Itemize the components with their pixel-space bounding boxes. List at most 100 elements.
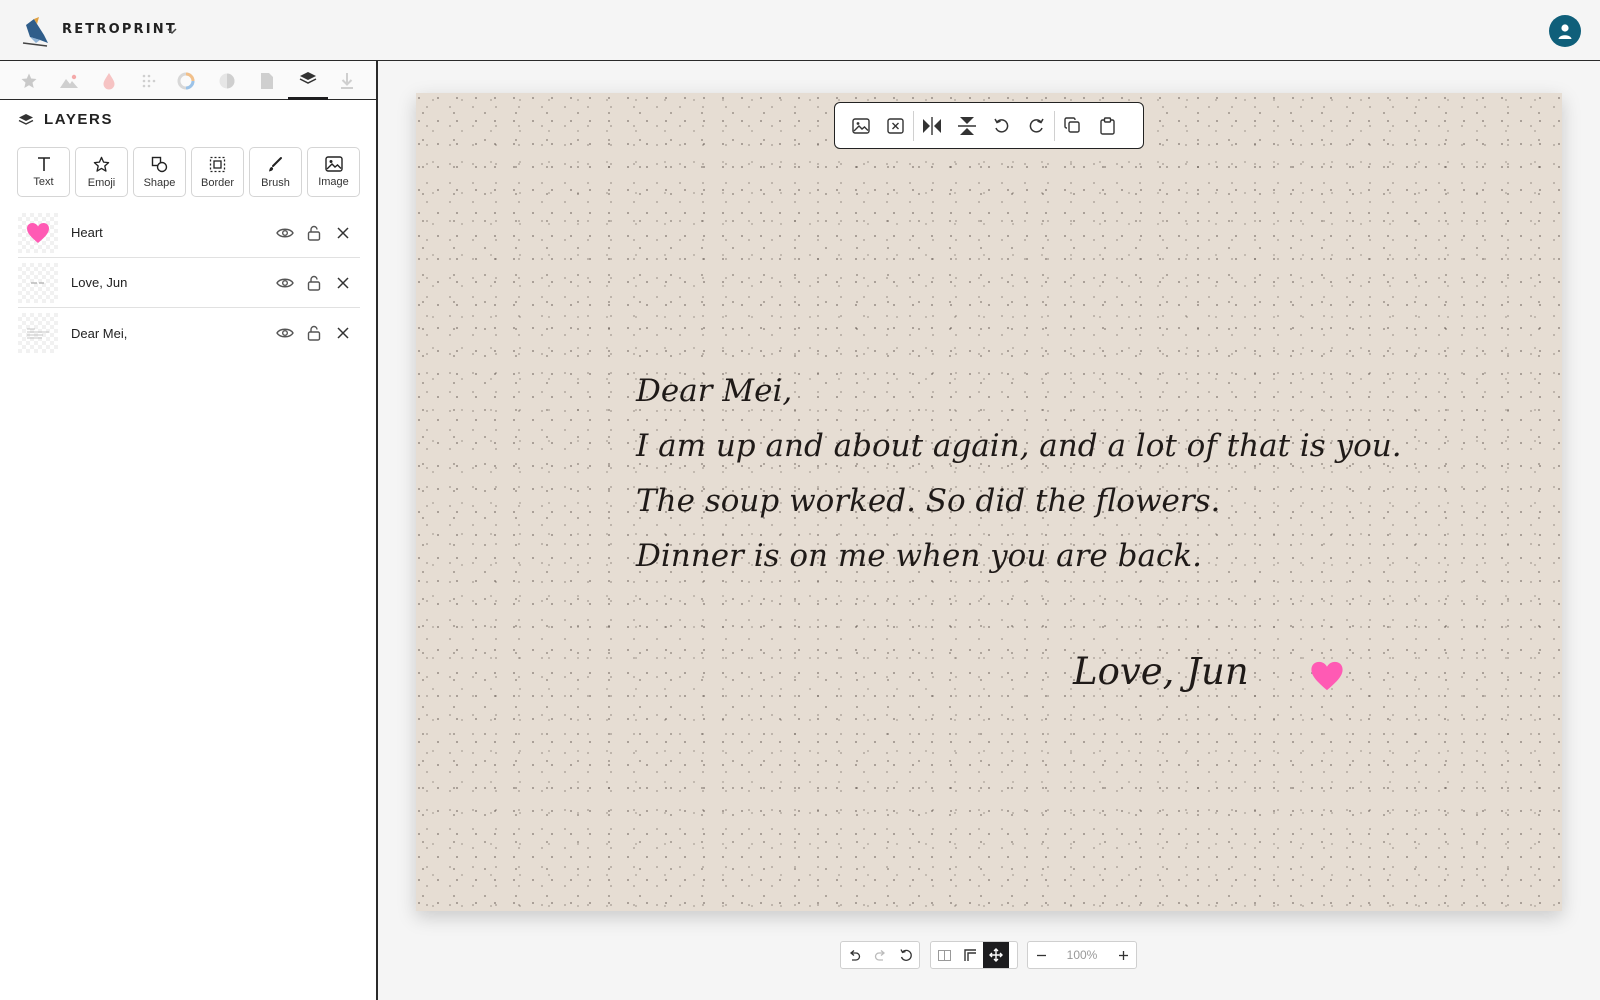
reset-button[interactable] [893, 942, 919, 968]
redo-button[interactable] [867, 942, 893, 968]
chevron-down-icon[interactable] [165, 24, 179, 38]
remove-image-icon [887, 117, 904, 134]
sidebar-tabs [0, 61, 376, 100]
panel-title-label: LAYERS [44, 111, 114, 128]
close-icon[interactable] [334, 324, 352, 342]
unlock-icon[interactable] [305, 324, 323, 342]
eye-icon[interactable] [276, 224, 294, 242]
panel-title: LAYERS [18, 111, 113, 128]
replace-background-button[interactable] [843, 108, 878, 143]
flip-horizontal-button[interactable] [914, 108, 949, 143]
paste-icon [1100, 116, 1115, 135]
eye-icon[interactable] [276, 274, 294, 292]
star-icon [21, 73, 37, 88]
add-image-button[interactable]: Image [307, 147, 360, 197]
layer-item-dear-mei[interactable]: Dear Mei, [18, 308, 360, 358]
tab-export[interactable] [327, 61, 367, 100]
minus-icon [1036, 954, 1046, 956]
tool-label: Shape [143, 176, 176, 189]
tab-adjust[interactable] [207, 61, 247, 100]
eye-icon[interactable] [276, 324, 294, 342]
rotate-left-button[interactable] [984, 108, 1019, 143]
tab-favorites[interactable] [9, 61, 49, 100]
undo-button[interactable] [841, 942, 867, 968]
sidebar: LAYERS Text Emoji Shape Border Brush Ima… [0, 61, 378, 1000]
border-icon [209, 156, 226, 172]
layer-thumbnail [18, 262, 58, 303]
redo-icon [874, 949, 885, 961]
contrast-icon [219, 73, 235, 88]
tool-label: Emoji [87, 176, 116, 189]
heart-icon[interactable] [1310, 660, 1344, 692]
add-brush-button[interactable]: Brush [249, 147, 302, 197]
reset-icon [900, 949, 912, 961]
paste-button[interactable] [1090, 108, 1125, 143]
move-icon [989, 948, 1003, 962]
layer-name: Dear Mei, [71, 325, 128, 341]
text-preview-icon [31, 282, 44, 283]
tab-layers[interactable] [288, 61, 328, 100]
tool-label: Text [33, 176, 54, 188]
page-icon [261, 72, 273, 89]
unlock-icon[interactable] [305, 274, 323, 292]
layers-icon [299, 72, 317, 84]
pan-view-button[interactable] [983, 942, 1009, 968]
letter-line: Dear Mei, [636, 373, 793, 409]
crop-icon [963, 948, 976, 961]
tool-label: Brush [261, 176, 290, 189]
rotate-right-button[interactable] [1019, 108, 1054, 143]
flip-vertical-icon [957, 116, 976, 135]
add-shape-button[interactable]: Shape [133, 147, 186, 197]
close-icon[interactable] [334, 224, 352, 242]
unlock-icon[interactable] [305, 224, 323, 242]
tab-patterns[interactable] [129, 61, 169, 100]
zoom-controls: 100% [1027, 941, 1137, 969]
add-border-button[interactable]: Border [191, 147, 244, 197]
tab-paper[interactable] [247, 61, 287, 100]
letter-text[interactable]: Dear Mei, I am up and about again, and a… [636, 364, 1402, 584]
tab-colors[interactable] [89, 61, 129, 100]
shape-icon [151, 156, 168, 172]
user-avatar[interactable] [1549, 15, 1581, 47]
split-view-icon [937, 949, 951, 961]
letter-line: The soup worked. So did the flowers. [636, 483, 1221, 519]
layer-actions [276, 224, 352, 242]
text-icon [37, 157, 50, 171]
add-emoji-button[interactable]: Emoji [75, 147, 128, 197]
layer-name: Love, Jun [71, 275, 128, 290]
signoff-text[interactable]: Love, Jun [1073, 650, 1249, 693]
layer-actions [276, 274, 352, 292]
tool-label: Border [200, 176, 235, 189]
close-icon[interactable] [334, 274, 352, 292]
image-icon [324, 156, 343, 172]
layers-icon [18, 113, 34, 125]
brand-name[interactable]: RETROPRINT [62, 22, 177, 37]
remove-background-button[interactable] [878, 108, 913, 143]
flip-vertical-button[interactable] [949, 108, 984, 143]
add-text-button[interactable]: Text [17, 147, 70, 197]
star-outline-icon [93, 156, 110, 172]
layer-item-love-jun[interactable]: Love, Jun [18, 258, 360, 308]
dots-icon [142, 74, 156, 87]
crop-view-button[interactable] [957, 942, 983, 968]
tool-label: Image [318, 176, 349, 188]
zoom-out-button[interactable] [1028, 942, 1054, 968]
zoom-in-button[interactable] [1110, 942, 1136, 968]
mountain-icon [60, 74, 78, 88]
duplicate-button[interactable] [1055, 108, 1090, 143]
layer-actions [276, 324, 352, 342]
letter-line: Dinner is on me when you are back. [636, 538, 1202, 574]
tab-filters[interactable] [166, 61, 206, 100]
layer-name: Heart [71, 225, 103, 240]
history-controls [840, 941, 920, 969]
bird-logo-icon[interactable] [20, 15, 50, 47]
layer-thumbnail [18, 313, 58, 353]
compare-view-button[interactable] [931, 942, 957, 968]
palette-icon [177, 72, 195, 89]
tab-backgrounds[interactable] [49, 61, 89, 100]
zoom-level[interactable]: 100% [1054, 948, 1110, 962]
rotate-right-icon [1029, 118, 1044, 133]
layer-item-heart[interactable]: Heart [18, 208, 360, 258]
plus-icon [1118, 950, 1128, 960]
download-icon [341, 72, 353, 89]
